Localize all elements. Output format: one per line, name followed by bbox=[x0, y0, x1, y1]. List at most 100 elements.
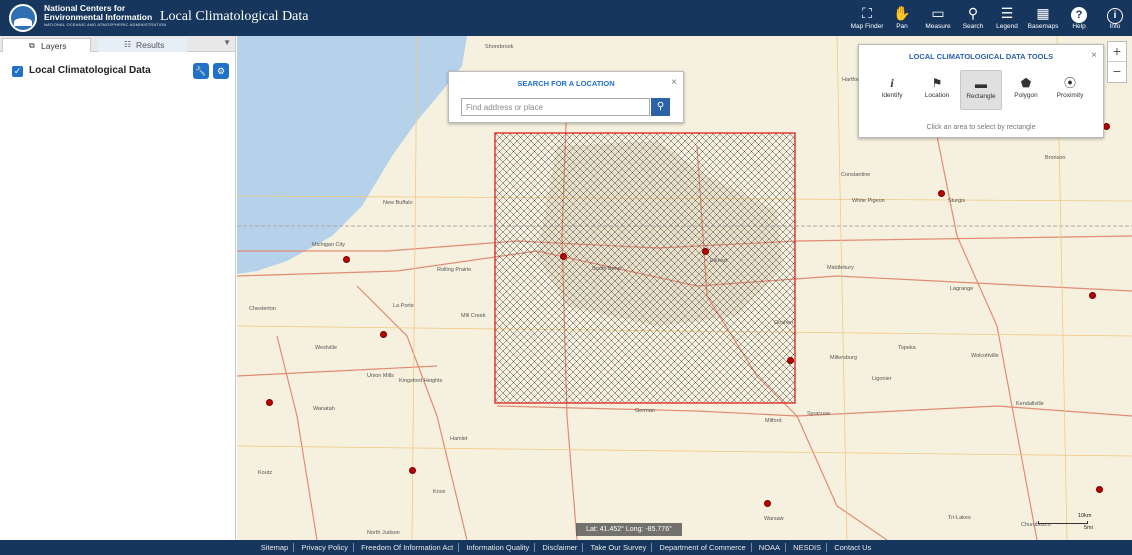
footer-link-foia[interactable]: Freedom Of Information Act bbox=[356, 543, 460, 552]
map-finder-button[interactable]: ⛶ Map Finder bbox=[850, 3, 884, 35]
basemaps-label: Basemaps bbox=[1027, 23, 1059, 30]
city-label: German bbox=[635, 408, 655, 414]
tool-polygon[interactable]: ⬟ Polygon bbox=[1005, 70, 1047, 110]
search-input[interactable] bbox=[461, 98, 650, 116]
zoom-in-button[interactable]: + bbox=[1108, 42, 1126, 62]
footer-link-info-quality[interactable]: Information Quality bbox=[461, 543, 536, 552]
station-marker[interactable] bbox=[343, 256, 350, 263]
tool-proximity[interactable]: ⦿ Proximity bbox=[1049, 70, 1091, 110]
noaa-logo-icon[interactable] bbox=[9, 4, 37, 32]
city-label: Union Mills bbox=[367, 373, 394, 379]
map-finder-label: Map Finder bbox=[850, 23, 884, 30]
search-panel-title: SEARCH FOR A LOCATION bbox=[517, 79, 615, 88]
basemaps-button[interactable]: ▦ Basemaps bbox=[1027, 3, 1059, 35]
city-label: Lagrange bbox=[950, 286, 974, 292]
tool-identify[interactable]: i Identify bbox=[871, 70, 913, 110]
city-label: South Bend bbox=[592, 266, 621, 272]
station-marker[interactable] bbox=[560, 253, 567, 260]
tool-identify-label: Identify bbox=[881, 92, 903, 99]
city-label: Mill Creek bbox=[461, 313, 486, 319]
layer-row-lcd: ✓ Local Climatological Data 🔧 ⚙ bbox=[12, 63, 232, 79]
city-label: Knox bbox=[433, 489, 446, 495]
footer-link-disclaimer[interactable]: Disclaimer bbox=[537, 543, 584, 552]
footer-link-contact[interactable]: Contact Us bbox=[829, 543, 876, 552]
station-marker[interactable] bbox=[1103, 123, 1110, 130]
selection-rectangle[interactable] bbox=[494, 132, 796, 404]
scale-mi-label: 5mi bbox=[1084, 525, 1093, 531]
footer-link-commerce[interactable]: Department of Commerce bbox=[654, 543, 752, 552]
tool-rectangle[interactable]: ▬ Rectangle bbox=[960, 70, 1002, 110]
lcd-tools-panel: LOCAL CLIMATOLOGICAL DATA TOOLS × i Iden… bbox=[858, 44, 1104, 138]
city-label: Sturgis bbox=[948, 198, 966, 204]
tool-location-label: Location bbox=[924, 92, 950, 99]
tab-results[interactable]: ☷ Results bbox=[98, 38, 187, 52]
help-button[interactable]: ? Help bbox=[1069, 3, 1089, 35]
layer-tools-wrench-button[interactable]: 🔧 bbox=[193, 63, 209, 79]
legend-list-icon: ☰ bbox=[1000, 5, 1014, 21]
collapse-panel-icon[interactable]: ▼ bbox=[223, 38, 231, 47]
scale-km-label: 10km bbox=[1078, 513, 1092, 519]
panel-tabs: ⧉ Layers ☷ Results ▼ bbox=[0, 36, 235, 52]
close-tools-icon[interactable]: × bbox=[1091, 50, 1097, 61]
station-marker[interactable] bbox=[702, 248, 709, 255]
city-label: Wanatah bbox=[313, 406, 335, 412]
city-label: Elkhart bbox=[710, 258, 728, 264]
city-label: Syracuse bbox=[807, 411, 830, 417]
city-label: Kingsford Heights bbox=[399, 378, 443, 384]
station-marker[interactable] bbox=[380, 331, 387, 338]
station-marker[interactable] bbox=[764, 500, 771, 507]
tool-location[interactable]: ⚑ Location bbox=[916, 70, 958, 110]
rectangle-icon: ▬ bbox=[975, 77, 987, 91]
city-label: Michigan City bbox=[312, 242, 346, 248]
close-search-icon[interactable]: × bbox=[671, 77, 677, 88]
footer-link-noaa[interactable]: NOAA bbox=[753, 543, 787, 552]
proximity-icon: ⦿ bbox=[1063, 76, 1076, 90]
map-finder-icon: ⛶ bbox=[862, 5, 872, 21]
tool-rectangle-label: Rectangle bbox=[966, 93, 996, 100]
layer-label: Local Climatological Data bbox=[29, 65, 151, 76]
scale-bar: 10km 5mi bbox=[1038, 513, 1098, 533]
city-label: Warsaw bbox=[764, 516, 784, 522]
city-label: Topeka bbox=[898, 345, 916, 351]
station-marker[interactable] bbox=[1096, 486, 1103, 493]
city-label: Tri-Lakes bbox=[948, 515, 971, 521]
help-label: Help bbox=[1072, 23, 1086, 30]
station-marker[interactable] bbox=[409, 467, 416, 474]
tab-layers[interactable]: ⧉ Layers bbox=[2, 38, 91, 52]
pan-button[interactable]: ✋ Pan bbox=[890, 3, 914, 35]
scale-bar-line bbox=[1038, 521, 1088, 524]
search-button[interactable]: ⚲ Search bbox=[961, 3, 985, 35]
city-label: Millersburg bbox=[830, 355, 857, 361]
footer-link-privacy[interactable]: Privacy Policy bbox=[296, 543, 354, 552]
city-label: Rolling Prairie bbox=[437, 267, 472, 273]
city-label: Chesterton bbox=[249, 306, 276, 312]
map-view[interactable]: Shorebrook Hartford New Buffalo Michigan… bbox=[237, 36, 1132, 540]
zoom-out-button[interactable]: − bbox=[1108, 62, 1126, 82]
coordinate-readout: Lat: 41.452° Long: -85.776° bbox=[576, 523, 682, 536]
footer-links: Sitemap Privacy Policy Freedom Of Inform… bbox=[0, 540, 1132, 555]
org-subtitle: NATIONAL OCEANIC AND ATMOSPHERIC ADMINIS… bbox=[44, 22, 167, 27]
org-name-line2: Environmental Information bbox=[44, 12, 153, 22]
station-marker[interactable] bbox=[787, 357, 794, 364]
layer-visibility-checkbox[interactable]: ✓ bbox=[12, 66, 23, 77]
results-list-icon: ☷ bbox=[124, 40, 132, 49]
pan-hand-icon: ✋ bbox=[893, 5, 911, 21]
gear-icon: ⚙ bbox=[216, 66, 226, 76]
legend-button[interactable]: ☰ Legend bbox=[995, 3, 1019, 35]
legend-label: Legend bbox=[996, 23, 1018, 30]
layer-settings-button[interactable]: ⚙ bbox=[213, 63, 229, 79]
measure-button[interactable]: ▭ Measure bbox=[924, 3, 952, 35]
station-marker[interactable] bbox=[938, 190, 945, 197]
search-submit-button[interactable]: ⚲ bbox=[651, 98, 670, 116]
footer-link-nesdis[interactable]: NESDIS bbox=[788, 543, 828, 552]
measure-label: Measure bbox=[925, 23, 951, 30]
station-marker[interactable] bbox=[1089, 292, 1096, 299]
city-label: Kendallville bbox=[1016, 401, 1044, 407]
station-marker[interactable] bbox=[266, 399, 273, 406]
footer-link-survey[interactable]: Take Our Survey bbox=[585, 543, 653, 552]
layers-icon: ⧉ bbox=[29, 41, 35, 50]
footer-link-sitemap[interactable]: Sitemap bbox=[255, 543, 295, 552]
info-button[interactable]: i Info bbox=[1105, 3, 1125, 35]
zoom-control: + − bbox=[1107, 41, 1127, 83]
info-label: Info bbox=[1109, 23, 1121, 30]
